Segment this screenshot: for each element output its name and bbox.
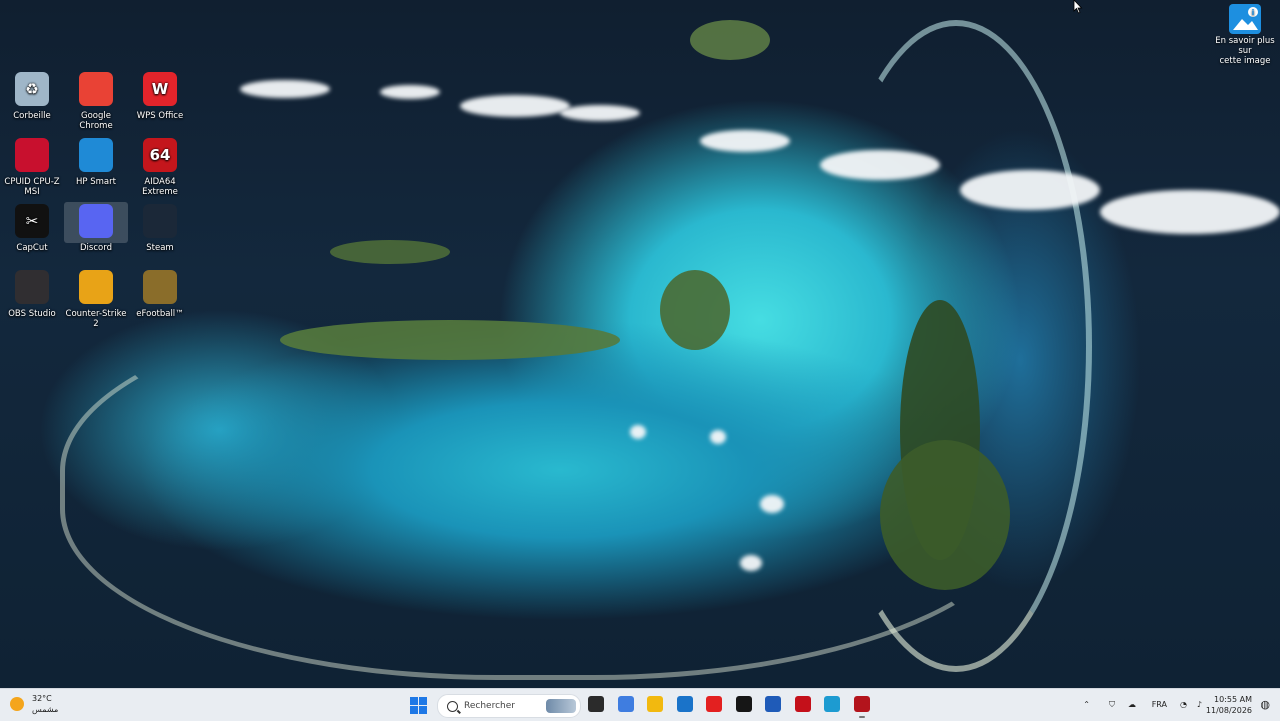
- youtube-icon[interactable]: [706, 696, 722, 712]
- desktop-shortcut-label: Discord: [80, 243, 112, 253]
- wps-writer-icon[interactable]: [735, 696, 752, 712]
- desktop-shortcut-label: CPUID CPU-Z MSI: [4, 177, 60, 197]
- weather-temperature: 32°C: [32, 694, 52, 703]
- desktop-shortcut-label: CapCut: [16, 243, 48, 253]
- search-placeholder: Rechercher: [464, 701, 515, 711]
- taskbar: 32°C مشمس Rechercher ⌃ ⛉ ☁ FRA ◔ ♪ 10:55…: [0, 688, 1280, 721]
- spotlight-icon: i: [1229, 4, 1261, 34]
- efootball-icon: [143, 270, 177, 304]
- chevron-up-icon[interactable]: ⌃: [1083, 700, 1090, 709]
- svg-text:i: i: [1252, 8, 1255, 17]
- edge-icon[interactable]: [824, 696, 840, 712]
- desktop-shortcut-wps-office[interactable]: W WPS Office: [128, 70, 192, 121]
- mouse-cursor-icon: [1073, 0, 1083, 14]
- desktop-shortcut-discord[interactable]: Discord: [64, 202, 128, 253]
- spotlight-label-line2: cette image: [1219, 56, 1271, 66]
- notification-bell-icon[interactable]: ◍: [1260, 698, 1270, 711]
- search-box[interactable]: Rechercher: [437, 694, 581, 718]
- clock[interactable]: 10:55 AM 11/08/2026: [1206, 694, 1252, 716]
- clock-time: 10:55 AM: [1214, 695, 1252, 704]
- desktop-shortcut-steam[interactable]: Steam: [128, 202, 192, 253]
- cpuz-icon: [15, 138, 49, 172]
- discord-icon: [79, 204, 113, 238]
- aida64-icon: 64: [143, 138, 177, 172]
- desktop-shortcut-counter-strike[interactable]: Counter-Strike 2: [64, 268, 128, 329]
- search-highlight-image: [546, 699, 576, 713]
- clock-date: 11/08/2026: [1205, 706, 1252, 715]
- desktop-shortcut-label: AIDA64 Extreme: [142, 177, 178, 197]
- counter-strike-icon: [79, 270, 113, 304]
- onedrive-icon[interactable]: ☁: [1128, 700, 1136, 709]
- desktop-shortcut-label: Counter-Strike 2: [65, 309, 127, 329]
- desktop-shortcut-chrome[interactable]: Google Chrome: [64, 70, 128, 131]
- aida64-taskbar-icon[interactable]: [853, 696, 870, 718]
- microsoft-store-icon[interactable]: [676, 696, 693, 712]
- desktop-shortcut-efootball[interactable]: eFootball™: [128, 268, 192, 319]
- recycle-bin-icon: ♻: [15, 72, 49, 106]
- word-icon[interactable]: [765, 696, 781, 712]
- hp-smart-icon: [79, 138, 113, 172]
- steam-icon: [143, 204, 177, 238]
- task-view-icon[interactable]: [588, 696, 604, 712]
- desktop-wallpaper: [0, 0, 1280, 688]
- security-icon[interactable]: ⛉: [1109, 700, 1115, 710]
- weather-condition: مشمس: [32, 705, 59, 714]
- capcut-icon: ✂: [15, 204, 49, 238]
- obs-icon: [15, 270, 49, 304]
- network-icon[interactable]: ◔: [1180, 700, 1187, 709]
- desktop-shortcut-label: Google Chrome: [79, 111, 113, 131]
- desktop-shortcut-label: OBS Studio: [8, 309, 56, 319]
- start-button[interactable]: [410, 697, 427, 714]
- desktop-shortcut-recycle-bin[interactable]: ♻ Corbeille: [0, 70, 64, 121]
- desktop-shortcut-aida64[interactable]: 64 AIDA64 Extreme: [128, 136, 192, 197]
- desktop-shortcut-obs[interactable]: OBS Studio: [0, 268, 64, 319]
- desktop-shortcut-label: WPS Office: [136, 111, 184, 121]
- desktop-shortcut-label: Corbeille: [13, 111, 51, 121]
- file-explorer-icon[interactable]: [647, 696, 663, 712]
- weather-widget[interactable]: 32°C مشمس: [10, 693, 58, 715]
- desktop-shortcut-label: HP Smart: [76, 177, 116, 187]
- desktop-shortcut-cpuz[interactable]: CPUID CPU-Z MSI: [0, 136, 64, 197]
- chrome-icon: [79, 72, 113, 106]
- wps-office-icon: W: [143, 72, 177, 106]
- netflix-icon[interactable]: [794, 696, 811, 712]
- sun-icon: [10, 697, 24, 711]
- desktop-shortcut-hp-smart[interactable]: HP Smart: [64, 136, 128, 187]
- volume-icon[interactable]: ♪: [1197, 700, 1202, 709]
- copilot-icon[interactable]: [617, 696, 634, 712]
- language-indicator[interactable]: FRA: [1152, 700, 1167, 709]
- spotlight-learn-more[interactable]: i En savoir plus sur cette image: [1212, 4, 1278, 66]
- desktop-shortcut-capcut[interactable]: ✂ CapCut: [0, 202, 64, 253]
- desktop-shortcut-label: eFootball™: [136, 309, 184, 319]
- windows-logo-icon: [410, 697, 418, 705]
- desktop-shortcut-label: Steam: [146, 243, 174, 253]
- search-icon: [447, 700, 458, 712]
- spotlight-label-line1: En savoir plus sur: [1215, 36, 1275, 56]
